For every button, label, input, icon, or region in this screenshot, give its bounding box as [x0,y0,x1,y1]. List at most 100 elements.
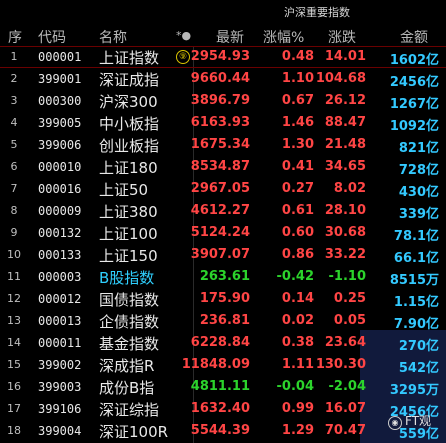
row-change: 21.48 [324,137,366,152]
row-amount: 8515万 [389,273,439,288]
row-price: 3896.79 [190,93,250,108]
wechat-icon: ◉ [388,416,402,430]
header-name[interactable]: 名称 [99,27,127,47]
row-change-pct: 0.48 [281,49,314,64]
table-row[interactable]: 7 000016 上证50 2967.05 0.27 8.02 430亿 [0,178,446,200]
row-name: 创业板指 [99,137,160,155]
header-chg[interactable]: 涨跌 [328,27,356,47]
table-row[interactable]: 13 000013 企债指数 236.81 0.02 0.05 7.90亿 [0,310,446,332]
row-price: 4811.11 [190,379,250,394]
row-price: 6163.93 [190,115,250,130]
header-idx[interactable]: 序 [8,27,22,47]
row-amount: 1602亿 [389,53,439,68]
table-row[interactable]: 14 000011 基金指数 6228.84 0.38 23.64 270亿 [0,332,446,354]
row-code: 399003 [38,380,82,394]
row-change-pct: 0.41 [281,159,314,174]
table-row[interactable]: 18 399004 深证100R 5544.39 1.29 70.47 559亿 [0,420,446,442]
row-price: 11848.09 [181,357,250,372]
row-change: 70.47 [324,423,366,438]
row-name: 深证成指 [99,71,160,89]
row-amount: 7.90亿 [393,317,439,332]
row-amount: 3295万 [389,383,439,398]
row-price: 1675.34 [190,137,250,152]
row-price: 8534.87 [190,159,250,174]
header-price[interactable]: 最新 [216,27,244,47]
row-index: 8 [10,204,18,217]
row-change: -2.04 [328,379,366,394]
table-row[interactable]: 9 000132 上证100 5124.24 0.60 30.68 78.1亿 [0,222,446,244]
row-code: 399005 [38,116,82,130]
row-amount: 270亿 [398,339,439,354]
row-index: 5 [10,138,18,151]
row-change-pct: 1.46 [281,115,314,130]
row-change: 130.30 [315,357,366,372]
row-change-pct: 1.29 [281,423,314,438]
row-price: 6228.84 [190,335,250,350]
row-flag-icon: ⑨ [176,50,190,64]
row-name: 上证180 [99,159,158,177]
header-flag[interactable]: *● [176,29,191,42]
row-name: 沪深300 [99,93,158,111]
table-row[interactable]: 1 000001 上证指数 2954.93 0.48 14.01 1602亿 ⑨ [0,46,446,68]
row-change: 0.25 [333,291,366,306]
row-price: 5124.24 [190,225,250,240]
header-amt[interactable]: 金额 [400,27,428,47]
row-change: 34.65 [324,159,366,174]
row-code: 000003 [38,270,82,284]
table-row[interactable]: 5 399006 创业板指 1675.34 1.30 21.48 821亿 [0,134,446,156]
row-price: 2967.05 [190,181,250,196]
table-row[interactable]: 16 399003 成份B指 4811.11 -0.04 -2.04 3295万 [0,376,446,398]
row-code: 399001 [38,72,82,86]
row-amount: 1.15亿 [393,295,439,310]
table-row[interactable]: 6 000010 上证180 8534.87 0.41 34.65 728亿 [0,156,446,178]
table-row[interactable]: 15 399002 深成指R 11848.09 1.11 130.30 542亿 [0,354,446,376]
row-index: 14 [7,336,21,349]
row-index: 2 [10,72,18,85]
table-row[interactable]: 17 399106 深证综指 1632.40 0.99 16.07 2456亿 [0,398,446,420]
row-code: 000011 [38,336,82,350]
row-name: 国债指数 [99,291,160,309]
table-row[interactable]: 3 000300 沪深300 3896.79 0.67 26.12 1267亿 [0,90,446,112]
row-index: 9 [10,226,18,239]
row-index: 6 [10,160,18,173]
row-change-pct: 1.30 [281,137,314,152]
top-bar: 沪深重要指数 [0,0,446,26]
row-name: 企债指数 [99,313,160,331]
row-code: 000001 [38,50,82,64]
row-change-pct: 0.86 [281,247,314,262]
header-pct[interactable]: 涨幅% [263,27,304,47]
table-header: 序 代码 名称 *● 最新 涨幅% 涨跌 金额 [0,26,446,46]
row-change-pct: 0.38 [281,335,314,350]
row-name: 成份B指 [99,379,155,397]
row-change: 23.64 [324,335,366,350]
row-index: 17 [7,402,21,415]
row-index: 3 [10,94,18,107]
row-name: 基金指数 [99,335,160,353]
row-index: 18 [7,424,21,437]
header-code[interactable]: 代码 [38,27,66,47]
row-code: 399106 [38,402,82,416]
row-change-pct: 0.14 [281,291,314,306]
row-index: 7 [10,182,18,195]
tab-title[interactable]: 沪深重要指数 [284,4,350,20]
row-name: 上证150 [99,247,158,265]
table-row[interactable]: 10 000133 上证150 3907.07 0.86 33.22 66.1亿 [0,244,446,266]
row-amount: 339亿 [398,207,439,222]
table-row[interactable]: 8 000009 上证380 4612.27 0.61 28.10 339亿 [0,200,446,222]
row-name: 上证指数 [99,49,160,67]
table-row[interactable]: 12 000012 国债指数 175.90 0.14 0.25 1.15亿 [0,288,446,310]
row-price: 4612.27 [190,203,250,218]
table-row[interactable]: 2 399001 深证成指 9660.44 1.10 104.68 2456亿 [0,68,446,90]
row-code: 000133 [38,248,82,262]
row-name: B股指数 [99,269,155,287]
row-price: 236.81 [199,313,250,328]
row-index: 1 [10,50,18,63]
row-change: 30.68 [324,225,366,240]
row-amount: 66.1亿 [393,251,439,266]
row-amount: 2456亿 [389,75,439,90]
row-change: 8.02 [333,181,366,196]
table-row[interactable]: 11 000003 B股指数 263.61 -0.42 -1.10 8515万 [0,266,446,288]
index-table: 1 000001 上证指数 2954.93 0.48 14.01 1602亿 ⑨ 2 399001… [0,46,446,442]
table-row[interactable]: 4 399005 中小板指 6163.93 1.46 88.47 1092亿 [0,112,446,134]
row-code: 000013 [38,314,82,328]
